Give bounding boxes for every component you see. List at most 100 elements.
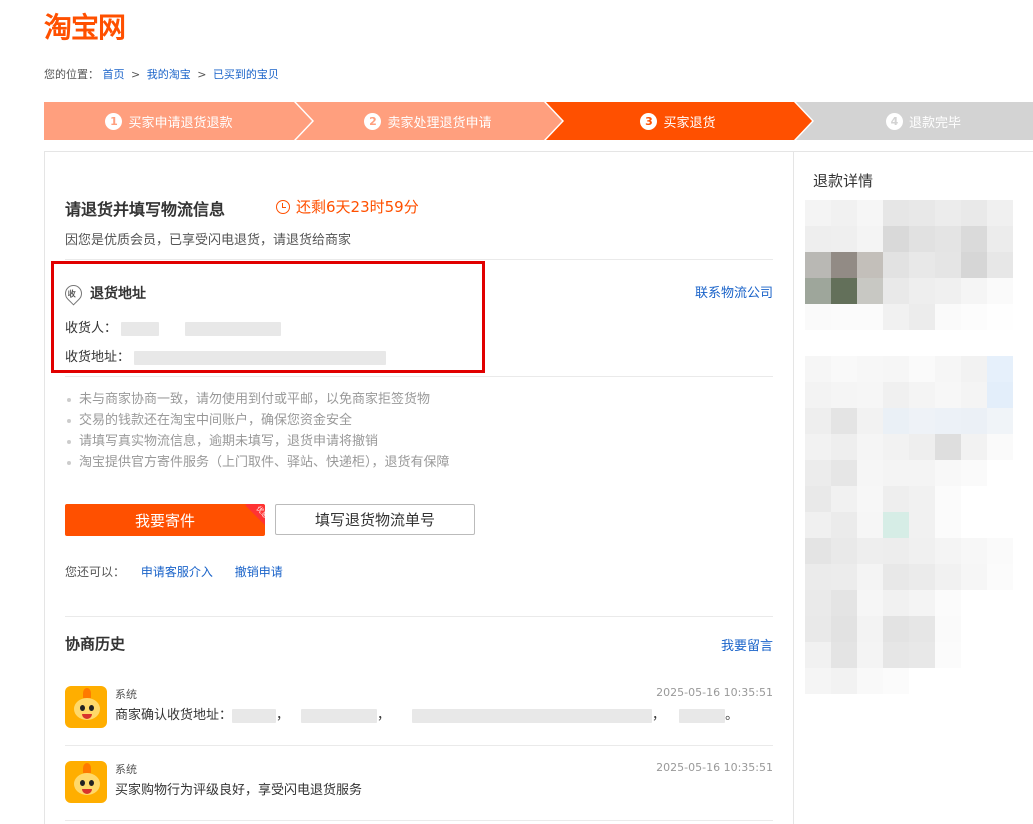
mosaic-cell [961, 590, 987, 616]
mosaic-cell [961, 200, 987, 226]
redacted-text [301, 708, 378, 723]
mosaic-cell [935, 590, 961, 616]
mosaic-cell [909, 382, 935, 408]
notice-item: 淘宝提供官方寄件服务（上门取件、驿站、快递柜），退货有保障 [65, 452, 450, 473]
mosaic-cell [883, 434, 909, 460]
redacted-text [232, 708, 277, 723]
cancel-request-link[interactable]: 撤销申请 [235, 565, 283, 579]
breadcrumb-home[interactable]: 首页 [103, 68, 125, 81]
address-label: 收货地址： [65, 350, 131, 365]
mosaic-cell [831, 590, 857, 616]
history-author: 系统 [115, 688, 137, 701]
mosaic-cell [857, 616, 883, 642]
mosaic-cell [909, 356, 935, 382]
mosaic-cell [909, 434, 935, 460]
countdown-text: 还剩6天23时59分 [296, 198, 419, 216]
step-label: 买家退货 [663, 115, 716, 131]
mosaic-cell [987, 330, 1013, 356]
mosaic-cell [935, 616, 961, 642]
breadcrumb-separator: > [197, 68, 207, 81]
mosaic-cell [987, 252, 1013, 278]
mosaic-cell [857, 564, 883, 590]
mosaic-cell [909, 564, 935, 590]
mosaic-cell [987, 382, 1013, 408]
progress-steps: 1 买家申请退货退款 2 卖家处理退货申请 3 买家退货 4 退款完毕 [44, 102, 1033, 140]
mosaic-cell [857, 330, 883, 356]
mosaic-cell [831, 382, 857, 408]
mosaic-cell [909, 330, 935, 356]
mosaic-cell [831, 278, 857, 304]
mosaic-cell [883, 382, 909, 408]
history-time: 2025-05-16 10:35:51 [656, 686, 773, 699]
mosaic-cell [831, 200, 857, 226]
redacted-text [412, 708, 653, 723]
step-3: 3 买家退货 [562, 102, 794, 140]
send-package-button[interactable]: 我要寄件 优惠 [65, 504, 265, 536]
mosaic-cell [987, 512, 1013, 538]
mosaic-cell [831, 434, 857, 460]
mosaic-cell [909, 200, 935, 226]
mosaic-cell [883, 512, 909, 538]
mosaic-cell [961, 408, 987, 434]
mosaic-cell [909, 538, 935, 564]
mosaic-cell [857, 382, 883, 408]
receiver-label: 收货人： [65, 321, 118, 336]
mosaic-cell [805, 460, 831, 486]
notice-item: 未与商家协商一致，请勿使用到付或平邮，以免商家拒签货物 [65, 389, 450, 410]
notice-item: 交易的钱款还在淘宝中间账户，确保您资金安全 [65, 410, 450, 431]
mosaic-cell [935, 304, 961, 330]
mosaic-cell [831, 408, 857, 434]
mosaic-cell [909, 408, 935, 434]
address-title: 退货地址 [90, 286, 146, 302]
mosaic-cell [961, 252, 987, 278]
mosaic-cell [805, 590, 831, 616]
mosaic-cell [857, 668, 883, 694]
mosaic-cell [909, 616, 935, 642]
request-support-link[interactable]: 申请客服介入 [141, 565, 213, 579]
mosaic-cell [831, 486, 857, 512]
history-text: 买家购物行为评级良好，享受闪电退货服务 [115, 783, 363, 798]
step-number-icon: 3 [640, 112, 658, 130]
mosaic-cell [805, 564, 831, 590]
redacted-name [121, 321, 160, 336]
mosaic-cell [909, 304, 935, 330]
fill-tracking-button[interactable]: 填写退货物流单号 [275, 504, 475, 535]
mosaic-cell [883, 642, 909, 668]
mosaic-cell [857, 512, 883, 538]
mosaic-cell [831, 330, 857, 356]
mosaic-cell [883, 200, 909, 226]
mosaic-cell [909, 486, 935, 512]
divider [65, 616, 773, 617]
leave-message-link[interactable]: 我要留言 [721, 635, 773, 654]
discount-badge: 优惠 [245, 504, 265, 530]
mosaic-cell [883, 460, 909, 486]
mosaic-cell [857, 460, 883, 486]
contact-logistics-link[interactable]: 联系物流公司 [695, 282, 773, 301]
breadcrumb-prefix: 您的位置： [44, 68, 99, 81]
mosaic-cell [831, 512, 857, 538]
step-number-icon: 1 [105, 112, 123, 130]
page-title: 请退货并填写物流信息 [65, 200, 226, 219]
mosaic-cell [961, 304, 987, 330]
location-pin-icon: 收 [61, 280, 86, 306]
mosaic-cell [935, 356, 961, 382]
divider [65, 745, 773, 746]
mosaic-cell [935, 512, 961, 538]
breadcrumb-purchased[interactable]: 已买到的宝贝 [213, 68, 279, 81]
mosaic-cell [935, 642, 961, 668]
divider [65, 376, 773, 377]
refund-details-panel: 退款详情 [794, 151, 1033, 824]
mosaic-cell [883, 668, 909, 694]
mosaic-cell [883, 304, 909, 330]
mosaic-cell [883, 538, 909, 564]
mosaic-cell [909, 668, 935, 694]
mosaic-cell [935, 434, 961, 460]
mosaic-cell [961, 538, 987, 564]
mosaic-cell [961, 564, 987, 590]
mosaic-cell [987, 304, 1013, 330]
mosaic-cell [857, 434, 883, 460]
mosaic-cell [935, 668, 961, 694]
breadcrumb-my-taobao[interactable]: 我的淘宝 [147, 68, 191, 81]
mosaic-cell [883, 590, 909, 616]
taobao-logo[interactable]: 淘宝网 [44, 6, 126, 46]
